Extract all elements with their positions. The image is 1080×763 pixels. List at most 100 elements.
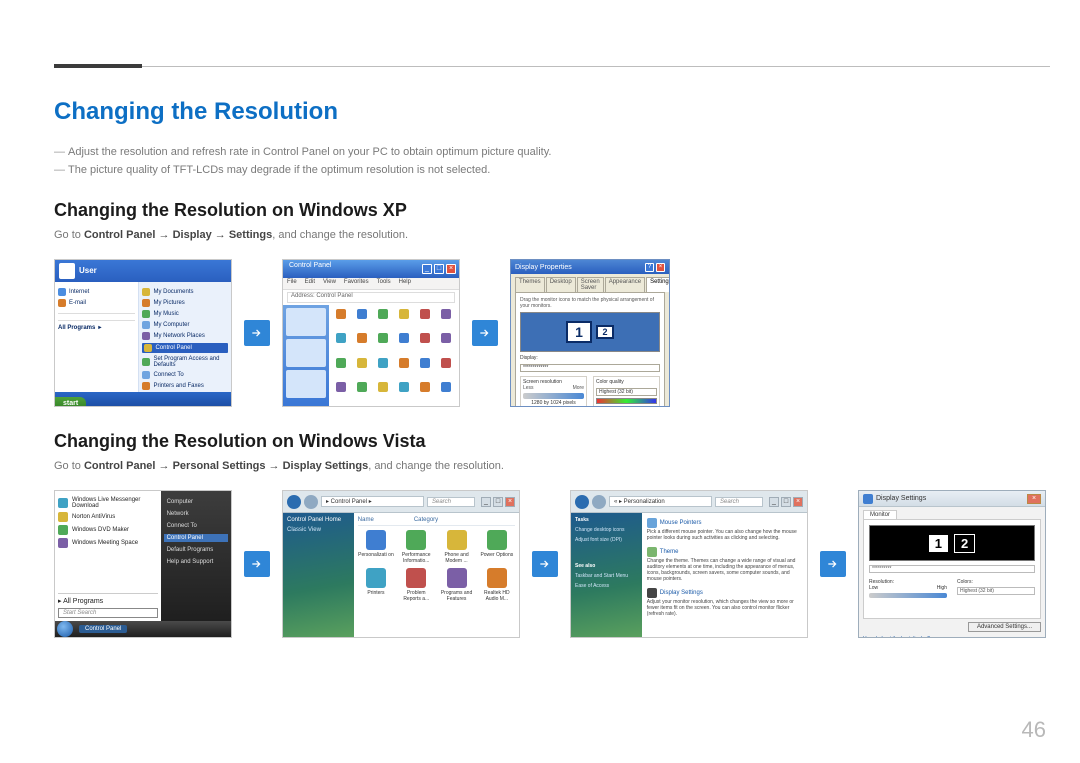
display-settings-item[interactable]: Display Settings Adjust your monitor res… bbox=[647, 588, 802, 617]
vista-right-item[interactable]: Help and Support bbox=[164, 558, 228, 566]
tab-desktop[interactable]: Desktop bbox=[546, 277, 576, 292]
cp-item[interactable] bbox=[333, 358, 350, 372]
vista-cp-item[interactable]: Phone and Modem ... bbox=[438, 530, 474, 564]
see-also-link[interactable]: Ease of Access bbox=[575, 583, 638, 589]
help-icon[interactable]: ? bbox=[645, 263, 654, 272]
monitor-arrangement[interactable]: 1 2 bbox=[520, 312, 660, 352]
mouse-pointers-item[interactable]: Mouse Pointers Pick a different mouse po… bbox=[647, 518, 802, 541]
breadcrumb[interactable]: ▸ Control Panel ▸ bbox=[321, 496, 424, 507]
xp-right-item[interactable]: My Computer bbox=[142, 321, 228, 329]
cp-item[interactable] bbox=[417, 382, 434, 396]
vista-cp-item[interactable]: Performance Informatio... bbox=[398, 530, 434, 564]
xp-cp-address[interactable]: Address: Control Panel bbox=[287, 292, 455, 303]
back-icon[interactable] bbox=[575, 495, 589, 509]
menu-item[interactable]: Help bbox=[399, 279, 411, 288]
xp-right-item[interactable]: Set Program Access and Defaults bbox=[142, 356, 228, 368]
menu-item[interactable]: Tools bbox=[377, 279, 391, 288]
cp-item[interactable] bbox=[354, 333, 371, 347]
minimize-icon[interactable]: _ bbox=[769, 497, 779, 507]
color-quality-dropdown[interactable]: Highest (32 bit) bbox=[596, 388, 657, 396]
search-input[interactable]: Search bbox=[427, 497, 475, 507]
xp-right-item[interactable]: My Network Places bbox=[142, 332, 228, 340]
cp-item[interactable] bbox=[354, 382, 371, 396]
cp-item[interactable] bbox=[354, 358, 371, 372]
tab-settings[interactable]: Settings bbox=[646, 277, 670, 292]
vista-start-item[interactable]: Norton AntiVirus bbox=[58, 512, 158, 522]
vista-start-item[interactable]: Windows DVD Maker bbox=[58, 525, 158, 535]
cp-item[interactable] bbox=[417, 358, 434, 372]
tab-screen-saver[interactable]: Screen Saver bbox=[577, 277, 604, 292]
minimize-icon[interactable]: _ bbox=[422, 264, 432, 274]
vista-cp-item[interactable]: Programs and Features bbox=[438, 568, 474, 602]
start-orb-icon[interactable] bbox=[57, 621, 73, 637]
vista-cp-item[interactable]: Realtek HD Audio M... bbox=[479, 568, 515, 602]
back-icon[interactable] bbox=[287, 495, 301, 509]
vista-cp-item[interactable]: Power Options bbox=[479, 530, 515, 564]
xp-right-item[interactable]: My Music bbox=[142, 310, 228, 318]
all-programs-button[interactable]: All Programs ▸ bbox=[58, 320, 135, 331]
xp-right-item[interactable]: Control Panel bbox=[142, 343, 228, 353]
menu-item[interactable]: View bbox=[323, 279, 336, 288]
all-programs-button[interactable]: ▸ All Programs bbox=[58, 593, 158, 605]
forward-icon[interactable] bbox=[592, 495, 606, 509]
vista-cp-item[interactable]: Personalizati on bbox=[358, 530, 394, 564]
monitor-1-icon[interactable]: 1 bbox=[929, 535, 948, 552]
classic-view-link[interactable]: Classic View bbox=[287, 527, 350, 533]
colors-dropdown[interactable]: Highest (32 bit) bbox=[957, 587, 1035, 595]
cp-item[interactable] bbox=[438, 358, 455, 372]
vista-right-item[interactable]: Default Programs bbox=[164, 546, 228, 554]
monitor-1-icon[interactable]: 1 bbox=[566, 321, 592, 343]
cp-item[interactable] bbox=[375, 333, 392, 347]
vista-right-item[interactable]: Computer bbox=[164, 498, 228, 506]
xp-right-item[interactable]: Printers and Faxes bbox=[142, 382, 228, 390]
resolution-slider[interactable] bbox=[523, 393, 584, 399]
theme-item[interactable]: Theme Change the theme. Themes can chang… bbox=[647, 547, 802, 582]
vista-right-item[interactable]: Network bbox=[164, 510, 228, 518]
breadcrumb[interactable]: « ▸ Personalization bbox=[609, 496, 712, 507]
task-link[interactable]: Adjust font size (DPI) bbox=[575, 537, 638, 543]
taskbar-control-panel[interactable]: Control Panel bbox=[79, 625, 127, 633]
vista-right-item[interactable]: Control Panel bbox=[164, 534, 228, 542]
maximize-icon[interactable]: □ bbox=[781, 497, 791, 507]
vista-start-item[interactable]: Windows Live Messenger Download bbox=[58, 497, 158, 509]
forward-icon[interactable] bbox=[304, 495, 318, 509]
cp-item[interactable] bbox=[438, 382, 455, 396]
xp-right-item[interactable]: My Documents bbox=[142, 288, 228, 296]
cp-item[interactable] bbox=[417, 309, 434, 323]
cp-item[interactable] bbox=[333, 333, 350, 347]
advanced-settings-button[interactable]: Advanced Settings... bbox=[968, 622, 1041, 632]
monitor-2-icon[interactable]: 2 bbox=[596, 325, 614, 339]
cp-item[interactable] bbox=[396, 309, 413, 323]
task-link[interactable]: Change desktop icons bbox=[575, 527, 638, 533]
close-icon[interactable]: × bbox=[1027, 494, 1041, 504]
tab-themes[interactable]: Themes bbox=[515, 277, 545, 292]
cp-item[interactable] bbox=[396, 382, 413, 396]
xp-right-item[interactable]: My Pictures bbox=[142, 299, 228, 307]
tab-appearance[interactable]: Appearance bbox=[605, 277, 645, 292]
cp-item[interactable] bbox=[375, 309, 392, 323]
display-dropdown[interactable]: ************* bbox=[520, 364, 660, 372]
cp-item[interactable] bbox=[333, 309, 350, 323]
menu-item[interactable]: File bbox=[287, 279, 297, 288]
close-icon[interactable]: × bbox=[446, 264, 456, 274]
cp-item[interactable] bbox=[375, 358, 392, 372]
cp-item[interactable] bbox=[438, 309, 455, 323]
maximize-icon[interactable]: □ bbox=[493, 497, 503, 507]
monitor-arrangement[interactable]: 1 2 bbox=[869, 525, 1035, 561]
start-button[interactable]: start bbox=[55, 397, 86, 408]
monitor-2-icon[interactable]: 2 bbox=[954, 534, 975, 553]
search-input[interactable]: Search bbox=[715, 497, 763, 507]
cp-item[interactable] bbox=[354, 309, 371, 323]
xp-right-item[interactable]: Connect To bbox=[142, 371, 228, 379]
vista-start-item[interactable]: Windows Meeting Space bbox=[58, 538, 158, 548]
monitor-tab[interactable]: Monitor bbox=[863, 510, 897, 519]
cp-item[interactable] bbox=[333, 382, 350, 396]
close-icon[interactable]: × bbox=[793, 497, 803, 507]
minimize-icon[interactable]: _ bbox=[481, 497, 491, 507]
start-search-input[interactable]: Start Search bbox=[58, 608, 158, 618]
maximize-icon[interactable]: □ bbox=[434, 264, 444, 274]
cp-item[interactable] bbox=[396, 358, 413, 372]
vista-cp-item[interactable]: Problem Reports a... bbox=[398, 568, 434, 602]
menu-item[interactable]: Favorites bbox=[344, 279, 369, 288]
close-icon[interactable]: × bbox=[505, 497, 515, 507]
